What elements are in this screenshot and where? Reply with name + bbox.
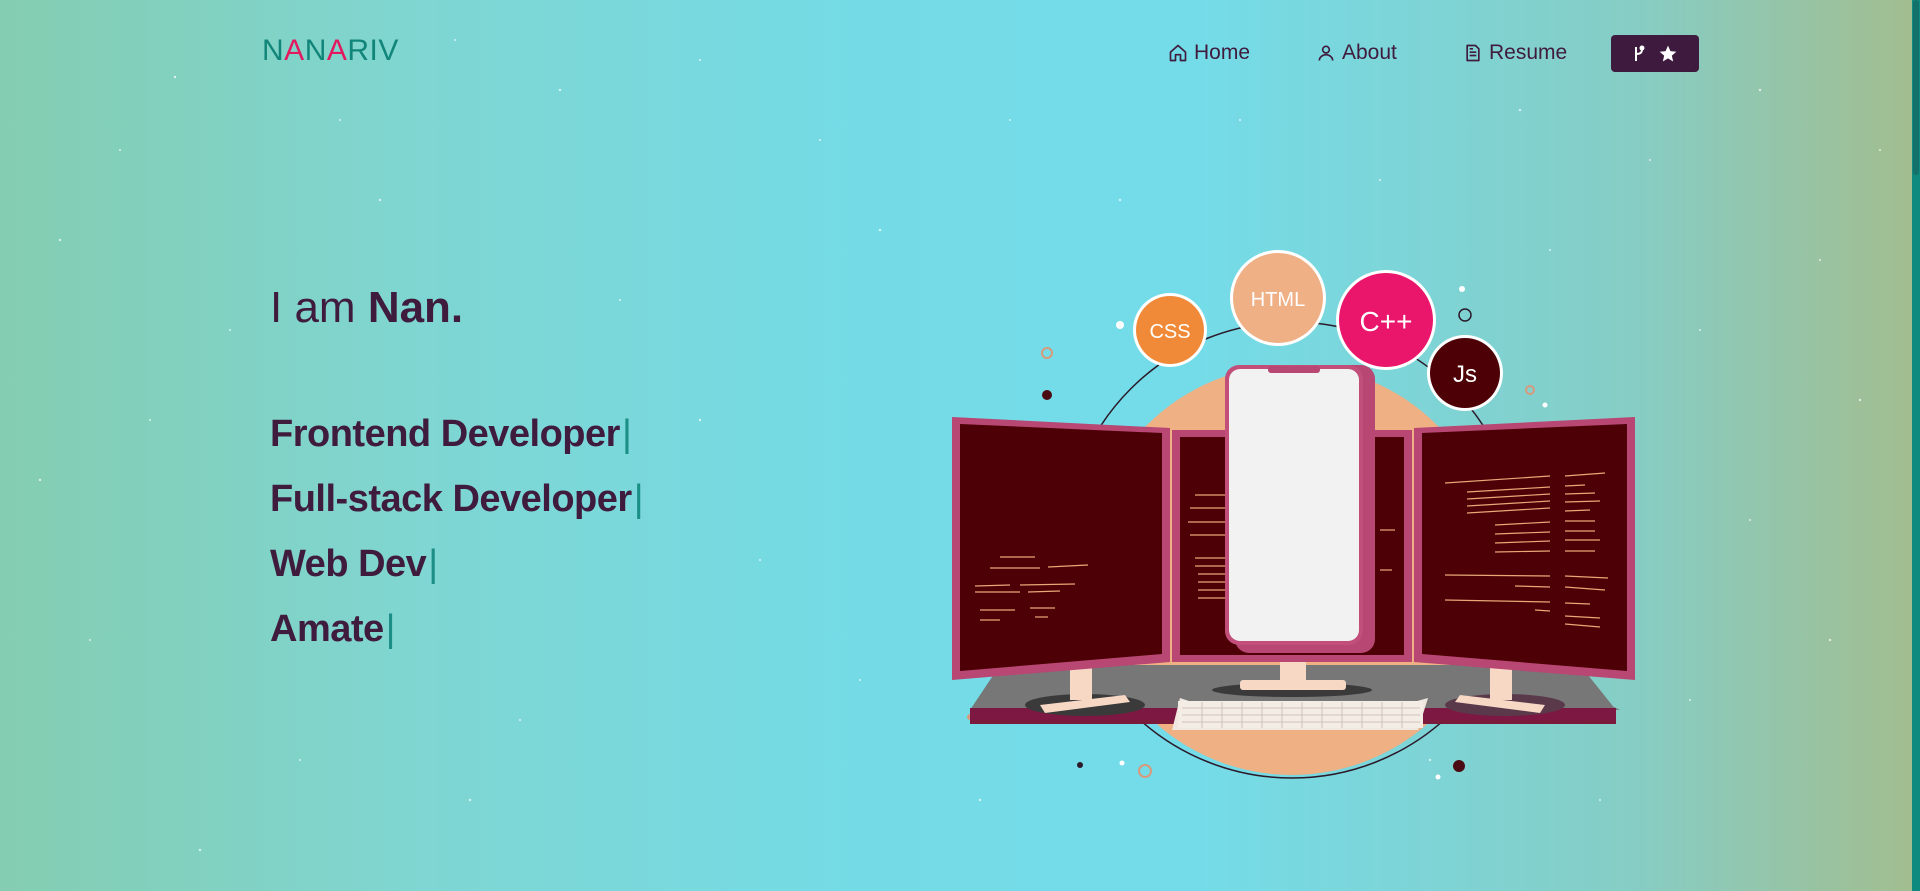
page-scrollbar[interactable] xyxy=(1912,0,1920,891)
role-line: Frontend Developer| xyxy=(270,413,632,456)
role-text: Web Dev xyxy=(270,543,427,585)
role-text: Frontend Developer xyxy=(270,413,620,455)
hero-intro: I am Nan. xyxy=(270,283,463,333)
role-text: Full-stack Developer xyxy=(270,478,632,520)
user-icon xyxy=(1318,45,1334,61)
home-icon xyxy=(1169,44,1187,62)
typing-cursor: | xyxy=(621,413,632,455)
logo-letter: N xyxy=(304,34,327,67)
html-bubble-label: HTML xyxy=(1251,289,1305,311)
role-line: Full-stack Developer| xyxy=(270,478,644,521)
logo-letter: I xyxy=(369,34,379,67)
nav-about-label: About xyxy=(1342,41,1397,64)
site-logo[interactable]: NANARIV xyxy=(262,34,399,68)
star-icon xyxy=(1659,45,1677,61)
role-line: Web Dev| xyxy=(270,543,438,586)
js-bubble-label: Js xyxy=(1453,361,1477,388)
logo-letter: R xyxy=(347,34,370,67)
document-icon xyxy=(1466,44,1480,62)
github-fork-star-button[interactable] xyxy=(1611,35,1699,72)
logo-letter: A xyxy=(326,34,348,67)
nav-home-label: Home xyxy=(1194,41,1251,64)
scrollbar-thumb[interactable] xyxy=(1913,0,1919,175)
cpp-bubble-label: C++ xyxy=(1360,306,1413,337)
nav-about-link[interactable]: About xyxy=(1316,35,1397,71)
logo-letter: A xyxy=(284,34,305,67)
developer-setup-illustration: CSS HTML C++ Js xyxy=(952,250,1635,780)
fork-icon xyxy=(1635,45,1645,61)
logo-letter: V xyxy=(378,34,399,67)
css-bubble-label: CSS xyxy=(1149,321,1190,343)
typing-cursor: | xyxy=(428,543,438,585)
role-line: Amate| xyxy=(270,608,396,651)
nav-resume-label: Resume xyxy=(1489,41,1568,64)
hero-name: Nan. xyxy=(367,283,464,332)
logo-letter: N xyxy=(262,34,285,67)
nav-home-link[interactable]: Home xyxy=(1168,35,1250,71)
intro-prefix: I am xyxy=(270,283,356,332)
typing-cursor: | xyxy=(385,608,396,650)
role-text: Amate xyxy=(270,608,384,650)
typing-cursor: | xyxy=(633,478,644,520)
nav-resume-link[interactable]: Resume xyxy=(1463,35,1567,71)
